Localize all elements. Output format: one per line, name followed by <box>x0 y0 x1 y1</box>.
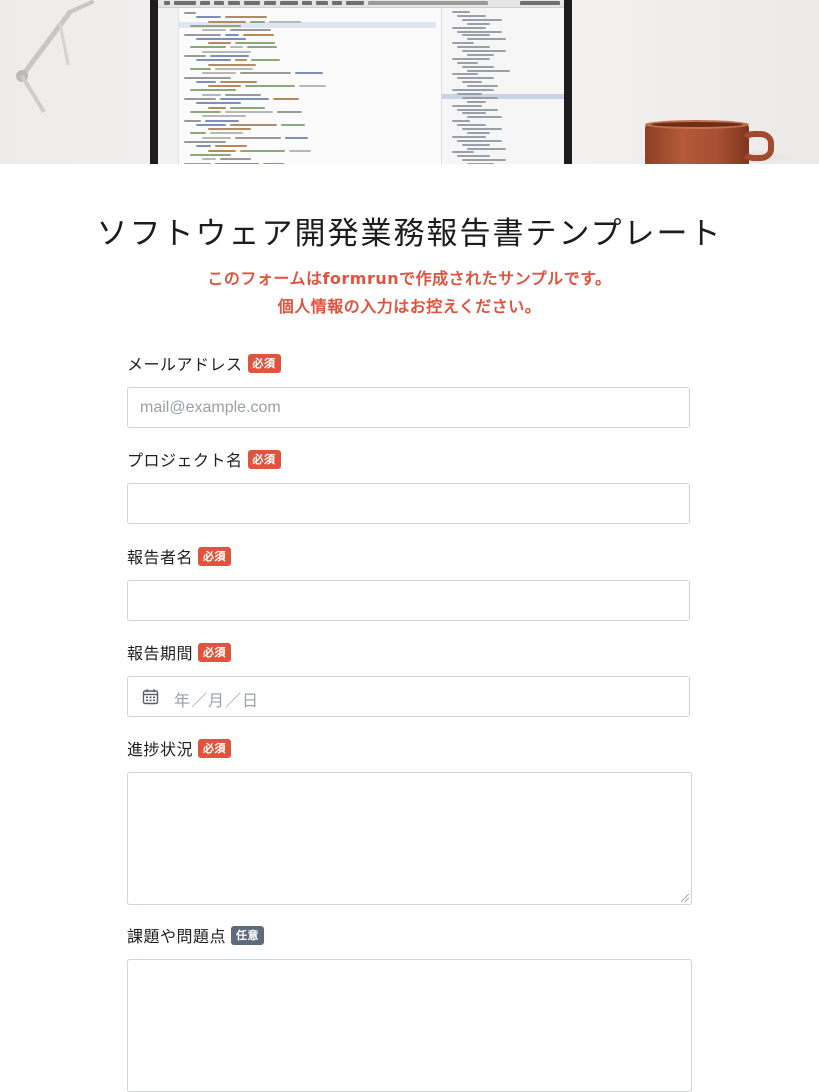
privacy-notice: 個人情報の入力はお控えください。 <box>277 297 542 316</box>
sample-notice: このフォームはformrunで作成されたサンプルです。 <box>207 269 612 288</box>
optional-badge: 任意 <box>231 925 265 945</box>
calendar-icon[interactable] <box>142 688 159 705</box>
email-label: メールアドレス 必須 <box>127 352 281 374</box>
reporter-name-field[interactable] <box>127 580 690 621</box>
required-badge: 必須 <box>198 642 232 662</box>
coffee-cup-image <box>645 124 749 164</box>
resize-handle-icon[interactable] <box>681 894 689 902</box>
project-name-label: プロジェクト名 必須 <box>127 448 281 470</box>
required-badge: 必須 <box>198 738 232 758</box>
reporter-name-label: 報告者名 必須 <box>127 545 232 567</box>
header-image <box>0 0 819 164</box>
progress-label: 進捗状況 必須 <box>127 737 232 759</box>
email-field[interactable]: mail@example.com <box>127 387 690 428</box>
required-badge: 必須 <box>247 449 281 469</box>
issues-label: 課題や問題点 任意 <box>127 924 265 946</box>
required-badge: 必須 <box>198 546 232 566</box>
desk-lamp-image <box>16 0 94 114</box>
progress-textarea[interactable] <box>127 772 692 905</box>
laptop-image <box>150 0 572 164</box>
project-name-field[interactable] <box>127 483 690 524</box>
report-period-date-field[interactable]: 年／月／日 <box>127 676 690 717</box>
required-badge: 必須 <box>247 353 281 373</box>
issues-textarea[interactable] <box>127 959 692 1092</box>
form-title: ソフトウェア開発業務報告書テンプレート <box>96 216 723 252</box>
date-placeholder: 年／月／日 <box>174 691 260 710</box>
email-placeholder: mail@example.com <box>140 399 281 416</box>
report-period-label: 報告期間 必須 <box>127 641 232 663</box>
